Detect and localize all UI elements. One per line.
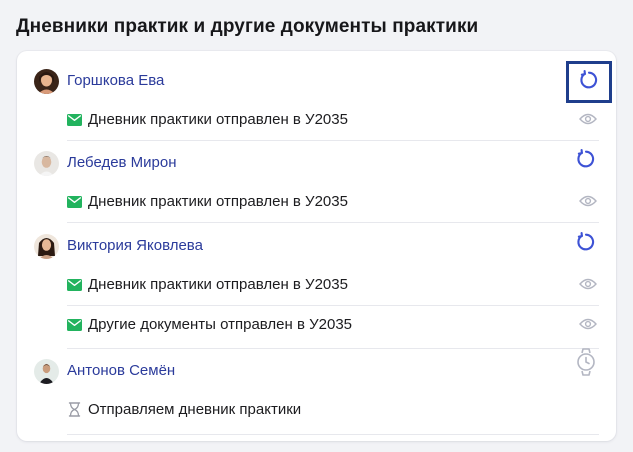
- document-row: Дневник практики отправлен в У2035: [17, 183, 616, 223]
- envelope-icon: [67, 195, 82, 208]
- page-title: Дневники практик и другие документы прак…: [16, 16, 479, 37]
- refresh-icon: [578, 69, 600, 96]
- refresh-icon: [575, 231, 597, 258]
- envelope-icon: [67, 113, 82, 126]
- view-document-button[interactable]: [578, 112, 598, 130]
- student-item: Горшкова Ева Дневник практики отправлен …: [17, 61, 616, 141]
- student-item: Виктория Яковлева Дневник практики отпра…: [17, 226, 616, 349]
- student-name[interactable]: Антонов Семён: [67, 362, 175, 379]
- eye-icon: [579, 112, 597, 130]
- refresh-button[interactable]: [566, 61, 612, 103]
- refresh-button[interactable]: [574, 148, 598, 175]
- envelope-icon: [67, 318, 82, 331]
- document-row: Дневник практики отправлен в У2035: [17, 101, 616, 141]
- eye-icon: [579, 277, 597, 295]
- student-item: Антонов Семён Отправляем дневник практик…: [17, 347, 616, 435]
- documents-card: Горшкова Ева Дневник практики отправлен …: [17, 51, 616, 441]
- envelope-icon: [67, 278, 82, 291]
- divider: [67, 434, 599, 435]
- avatar: [34, 69, 59, 94]
- student-name[interactable]: Горшкова Ева: [67, 72, 164, 89]
- eye-icon: [579, 317, 597, 335]
- hourglass-icon: [68, 402, 83, 417]
- document-row: Дневник практики отправлен в У2035: [17, 266, 616, 306]
- document-row: Другие документы отправлен в У2035: [17, 306, 616, 349]
- student-name[interactable]: Лебедев Мирон: [67, 154, 177, 171]
- view-document-button[interactable]: [578, 317, 598, 335]
- divider: [67, 222, 599, 223]
- avatar: [34, 151, 59, 176]
- eye-icon: [579, 194, 597, 212]
- document-status-text: Дневник практики отправлен в У2035: [88, 276, 348, 293]
- document-row: Отправляем дневник практики: [17, 391, 616, 435]
- watch-button[interactable]: [574, 347, 598, 376]
- student-name[interactable]: Виктория Яковлева: [67, 237, 203, 254]
- view-document-button[interactable]: [578, 277, 598, 295]
- watch-icon: [576, 347, 596, 381]
- document-status-text: Дневник практики отправлен в У2035: [88, 193, 348, 210]
- document-status-text: Другие документы отправлен в У2035: [88, 316, 353, 333]
- document-status-text: Дневник практики отправлен в У2035: [88, 111, 348, 128]
- divider: [67, 140, 599, 141]
- divider: [67, 348, 599, 349]
- avatar: [34, 359, 59, 384]
- avatar: [34, 234, 59, 259]
- document-status-text: Отправляем дневник практики: [88, 401, 302, 418]
- refresh-icon: [575, 148, 597, 175]
- refresh-button[interactable]: [574, 231, 598, 258]
- view-document-button[interactable]: [578, 194, 598, 212]
- student-item: Лебедев Мирон Дневник практики отправлен…: [17, 143, 616, 223]
